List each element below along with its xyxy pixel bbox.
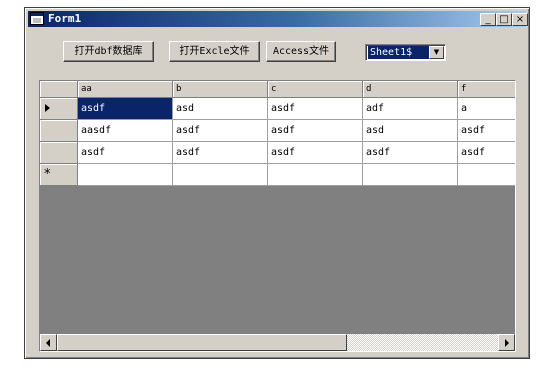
grid-cell[interactable]: adf: [363, 98, 458, 120]
scrollbar-track[interactable]: [347, 334, 498, 351]
scroll-left-icon[interactable]: [40, 334, 57, 351]
column-header-c[interactable]: c: [268, 81, 363, 98]
row-header[interactable]: *: [40, 164, 78, 186]
grid-cell[interactable]: asdf: [268, 142, 363, 164]
new-row-cell[interactable]: [78, 164, 173, 186]
grid-cell[interactable]: asdf: [173, 142, 268, 164]
new-row-cell[interactable]: [268, 164, 363, 186]
horizontal-scrollbar[interactable]: [40, 334, 515, 351]
open-excel-button[interactable]: 打开Excle文件: [169, 41, 260, 62]
grid-cell[interactable]: asdf: [173, 120, 268, 142]
grid-cell[interactable]: asd: [173, 98, 268, 120]
maximize-button[interactable]: □: [496, 13, 512, 26]
sheet-select[interactable]: Sheet1$ ▼: [365, 44, 446, 61]
scroll-right-icon[interactable]: [498, 334, 515, 351]
grid-cell-selected[interactable]: asdf: [78, 98, 173, 120]
column-header-aa[interactable]: aa: [78, 81, 173, 98]
access-file-button[interactable]: Access文件: [266, 41, 336, 62]
grid-cell[interactable]: asdf: [268, 98, 363, 120]
new-row-star-icon: *: [44, 167, 51, 182]
window-title: Form1: [48, 12, 82, 25]
grid-cell[interactable]: asdf: [78, 142, 173, 164]
grid-cell[interactable]: asd: [363, 120, 458, 142]
row-header[interactable]: [40, 120, 78, 142]
new-row-cell[interactable]: [458, 164, 515, 186]
form-window: Form1 _ □ × 打开dbf数据库 打开Excle文件 Access文件 …: [24, 7, 530, 359]
grid-cell[interactable]: aasdf: [78, 120, 173, 142]
minimize-button[interactable]: _: [480, 13, 496, 26]
row-header[interactable]: [40, 142, 78, 164]
grid-cell[interactable]: asdf: [363, 142, 458, 164]
new-row-cell[interactable]: [173, 164, 268, 186]
column-header-d[interactable]: d: [363, 81, 458, 98]
close-button[interactable]: ×: [512, 13, 528, 26]
grid-cell[interactable]: a: [458, 98, 515, 120]
grid-cell[interactable]: asdf: [458, 142, 515, 164]
title-bar[interactable]: Form1 _ □ ×: [28, 11, 528, 27]
app-window-icon[interactable]: [30, 12, 44, 25]
grid-cell[interactable]: asdf: [458, 120, 515, 142]
scrollbar-thumb[interactable]: [57, 334, 347, 351]
current-row-arrow-icon: [45, 104, 50, 112]
data-grid[interactable]: aa b c d f * asdf asd asdf adf a aasdf a…: [39, 80, 516, 352]
column-header-f[interactable]: f: [458, 81, 515, 98]
chevron-down-icon[interactable]: ▼: [429, 46, 444, 59]
open-dbf-button[interactable]: 打开dbf数据库: [63, 41, 154, 62]
grid-cell[interactable]: asdf: [268, 120, 363, 142]
sheet-select-value: Sheet1$: [368, 46, 430, 59]
new-row-cell[interactable]: [363, 164, 458, 186]
grid-corner-header[interactable]: [40, 81, 78, 98]
row-header[interactable]: [40, 98, 78, 120]
column-header-b[interactable]: b: [173, 81, 268, 98]
